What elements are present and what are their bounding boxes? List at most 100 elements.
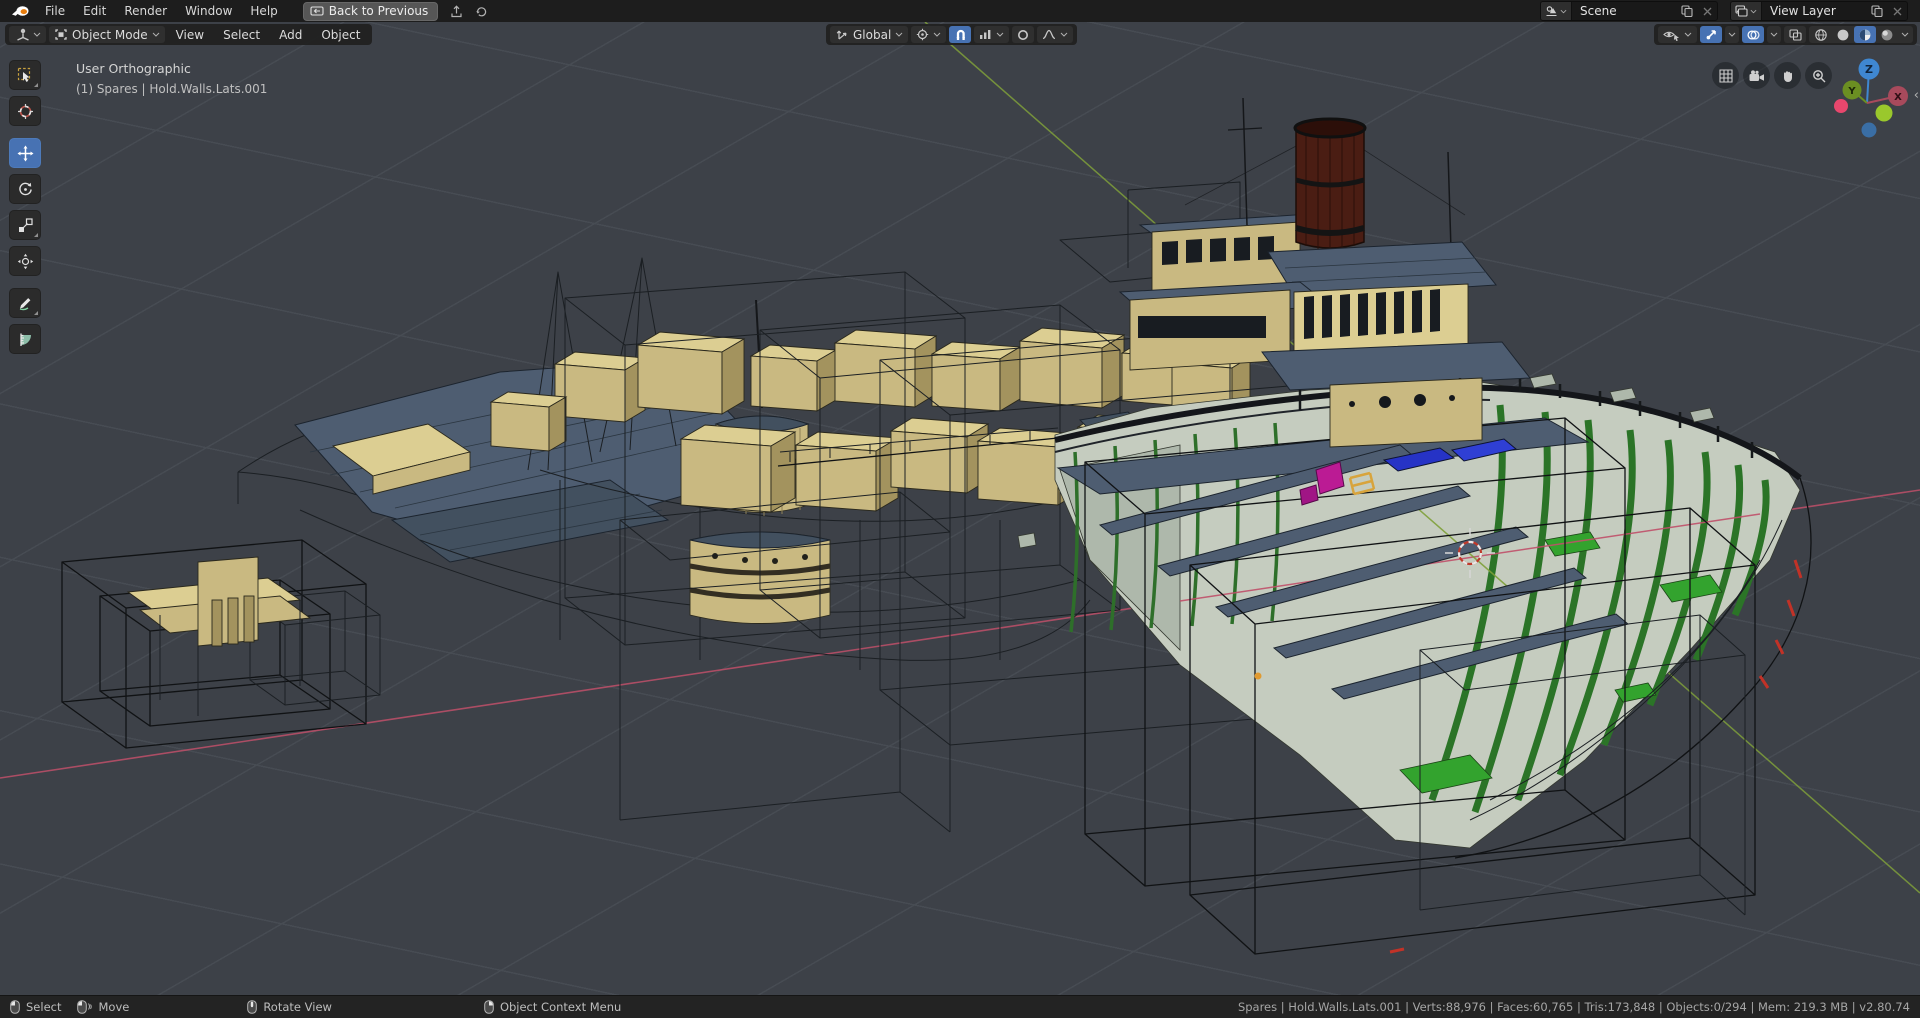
view-layer-remove-button[interactable] [1888, 7, 1907, 16]
toolbar [9, 60, 41, 354]
xray-toggle[interactable] [1784, 26, 1806, 43]
chevron-down-icon [933, 32, 941, 37]
shading-solid-button[interactable] [1832, 26, 1854, 43]
navigation-gizmo[interactable]: Z Y X [1834, 54, 1918, 158]
xray-icon [1789, 29, 1802, 41]
gizmo-dropdown[interactable] [1725, 26, 1739, 43]
camera-view-button[interactable] [1743, 62, 1770, 89]
object-visibility-dropdown[interactable] [1658, 26, 1697, 43]
back-to-previous-label: Back to Previous [329, 4, 429, 18]
chevron-down-icon [1750, 9, 1757, 14]
snap-toggle[interactable] [949, 26, 971, 43]
mode-dropdown[interactable]: Object Mode [49, 26, 165, 43]
mouse-right-icon [484, 1000, 494, 1014]
pan-view-button[interactable] [1774, 62, 1801, 89]
tool-select-box[interactable] [9, 60, 41, 90]
zoom-view-button[interactable] [1805, 62, 1832, 89]
orthographic-grid-button[interactable] [1712, 62, 1739, 89]
hint-select-label: Select [26, 1000, 61, 1014]
scene-unlink-button[interactable] [1698, 7, 1717, 16]
viewport-3d[interactable]: User Orthographic (1) Spares | Hold.Wall… [0, 0, 1920, 1018]
scene-browse-button[interactable] [1541, 2, 1572, 20]
transform-orientation-dropdown[interactable]: Global [830, 26, 908, 43]
visibility-eye-icon [1663, 29, 1680, 41]
active-object-label: (1) Spares | Hold.Walls.Lats.001 [76, 82, 267, 96]
tool-annotate[interactable] [9, 288, 41, 318]
mode-label: Object Mode [72, 28, 148, 42]
refresh-icon[interactable] [475, 5, 488, 18]
view-layer-name-field[interactable]: View Layer [1762, 4, 1866, 18]
view-layer-new-copy-button[interactable] [1866, 5, 1888, 17]
annotate-pencil-icon [17, 295, 34, 312]
menu-file[interactable]: File [36, 0, 74, 22]
tool-move[interactable] [9, 138, 41, 168]
overlays-dropdown[interactable] [1767, 26, 1781, 43]
statusbar: Select Move Rotate View Object Context M… [0, 995, 1920, 1018]
menu-render[interactable]: Render [115, 0, 176, 22]
shading-dropdown[interactable] [1898, 26, 1912, 43]
tool-cursor[interactable] [9, 96, 41, 126]
view-name-label: User Orthographic [76, 61, 191, 76]
chevron-down-icon [1770, 32, 1778, 37]
hint-rotate-view-label: Rotate View [263, 1000, 332, 1014]
viewport-header-left: Object Mode View Select Add Object [5, 24, 372, 45]
menu-help[interactable]: Help [241, 0, 286, 22]
export-icon[interactable] [450, 5, 463, 18]
shading-rendered-button[interactable] [1876, 26, 1898, 43]
shading-wireframe-button[interactable] [1810, 26, 1832, 43]
chevron-down-icon [152, 32, 160, 37]
back-to-previous-button[interactable]: Back to Previous [303, 2, 439, 21]
gizmo-z-neg-axis[interactable] [1862, 123, 1877, 138]
snap-settings-dropdown[interactable] [974, 26, 1009, 43]
shading-solid-icon [1836, 28, 1850, 42]
show-overlays-toggle[interactable] [1742, 26, 1764, 43]
gizmo-y-neg-axis[interactable] [1876, 105, 1893, 122]
shading-rendered-icon [1880, 28, 1894, 42]
hint-rotate-view: Rotate View [247, 1000, 332, 1014]
topbar: File Edit Render Window Help Back to Pre… [0, 0, 1920, 22]
view-layer-browse-button[interactable] [1731, 2, 1762, 20]
viewport-header-middle: Global [826, 24, 1077, 45]
sidebar-collapse-arrow[interactable]: ‹ [1914, 88, 1919, 103]
menu-edit[interactable]: Edit [74, 0, 115, 22]
hint-select: Select [10, 1000, 61, 1014]
gizmo-x-neg-axis[interactable] [1834, 99, 1848, 113]
snap-increment-icon [979, 29, 992, 40]
scene-name-field[interactable]: Scene [1572, 4, 1676, 18]
scene-new-copy-button[interactable] [1676, 5, 1698, 17]
tool-rotate[interactable] [9, 174, 41, 204]
viewport-canvas[interactable] [0, 0, 1920, 1018]
hand-icon [1781, 69, 1795, 83]
menu-object[interactable]: Object [313, 28, 368, 42]
editor-type-dropdown[interactable] [9, 26, 46, 43]
shading-material-icon [1858, 28, 1872, 42]
chevron-down-icon [1684, 32, 1692, 37]
tool-transform[interactable] [9, 246, 41, 276]
back-screen-icon [310, 6, 324, 17]
hint-context-menu: Object Context Menu [484, 1000, 621, 1014]
menu-select[interactable]: Select [215, 28, 268, 42]
proportional-circle-icon [1017, 29, 1029, 41]
shading-material-button[interactable] [1854, 26, 1876, 43]
measure-ruler-icon [17, 331, 34, 348]
proportional-falloff-dropdown[interactable] [1037, 26, 1073, 43]
gizmo-y-label: Y [1847, 86, 1856, 97]
hint-context-menu-label: Object Context Menu [500, 1000, 621, 1014]
gizmo-z-label: Z [1865, 63, 1873, 76]
tool-measure[interactable] [9, 324, 41, 354]
menu-window[interactable]: Window [176, 0, 241, 22]
wireframe-spares-cluster [62, 540, 380, 748]
orientation-axes-icon [835, 28, 849, 41]
pivot-point-dropdown[interactable] [911, 26, 946, 43]
scene-icon [1545, 5, 1558, 17]
shading-wireframe-icon [1814, 28, 1828, 42]
blender-logo-icon[interactable] [0, 4, 36, 18]
proportional-editing-toggle[interactable] [1012, 26, 1034, 43]
rotate-tool-icon [17, 181, 34, 198]
tool-scale[interactable] [9, 210, 41, 240]
menu-view[interactable]: View [168, 28, 212, 42]
show-gizmo-toggle[interactable] [1700, 26, 1722, 43]
gizmo-arrow-icon [1705, 28, 1718, 41]
menu-add[interactable]: Add [271, 28, 310, 42]
mouse-left-icon [10, 1000, 20, 1014]
